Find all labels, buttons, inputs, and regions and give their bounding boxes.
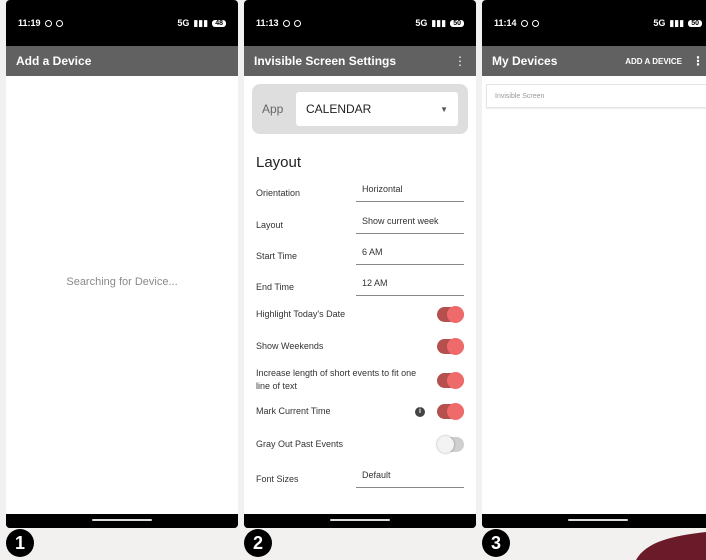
clock: 11:14 <box>494 18 517 28</box>
highlight-today-toggle[interactable] <box>437 306 464 323</box>
setting-row-start-time: Start Time 6 AM <box>256 247 464 265</box>
app-bar: Invisible Screen Settings ⋮ <box>244 46 476 76</box>
gesture-bar[interactable] <box>482 514 706 528</box>
app-dropdown-value: CALENDAR <box>306 102 372 116</box>
notification-icon <box>531 19 539 27</box>
setting-label: Mark Current Time <box>256 406 331 416</box>
setting-row-mark-current-time: Mark Current Time i <box>256 403 464 420</box>
setting-label: Start Time <box>256 250 298 261</box>
phone-screen-settings: 11:13 5G ▮▮▮ 50 Invisible Screen Setting… <box>244 0 476 528</box>
layout-field[interactable]: Show current week <box>356 216 464 234</box>
app-bar: Add a Device <box>6 46 238 76</box>
overflow-menu-icon[interactable]: ⋮ <box>454 55 466 67</box>
battery-icon: 50 <box>688 19 702 27</box>
setting-label: Layout <box>256 219 284 230</box>
signal-icon: ▮▮▮ <box>669 17 685 28</box>
page-title: Invisible Screen Settings <box>254 54 397 68</box>
setting-row-layout: Layout Show current week <box>256 216 464 234</box>
gray-out-past-toggle[interactable] <box>437 436 464 453</box>
setting-row-font-sizes: Font Sizes Default <box>256 470 464 488</box>
status-bar: 11:14 5G ▮▮▮ 50 <box>482 0 706 46</box>
phone-screen-my-devices: 11:14 5G ▮▮▮ 50 My Devices ADD A DEVICE … <box>482 0 706 528</box>
setting-row-orientation: Orientation Horizontal <box>256 184 464 202</box>
searching-status: Searching for Device... <box>66 276 178 288</box>
device-list-item[interactable]: Invisible Screen <box>486 84 706 108</box>
clock: 11:19 <box>18 18 41 28</box>
setting-row-highlight-today: Highlight Today's Date <box>256 306 464 323</box>
mark-current-time-toggle[interactable] <box>437 403 464 420</box>
notification-icon <box>293 19 301 27</box>
setting-row-increase-length: Increase length of short events to fit o… <box>256 367 464 393</box>
setting-row-gray-out-past: Gray Out Past Events <box>256 436 464 453</box>
decorative-shape <box>636 532 706 560</box>
setting-row-show-weekends: Show Weekends <box>256 338 464 355</box>
devices-content: Invisible Screen <box>482 76 706 514</box>
notification-icon <box>520 19 528 27</box>
step-badge: 2 <box>244 529 272 557</box>
page-title: Add a Device <box>16 54 92 68</box>
network-label: 5G <box>415 18 428 28</box>
orientation-field[interactable]: Horizontal <box>356 184 464 202</box>
content-area: Searching for Device... <box>6 76 238 514</box>
battery-icon: 48 <box>212 19 226 27</box>
notification-icon <box>282 19 290 27</box>
network-label: 5G <box>653 18 666 28</box>
step-badge: 1 <box>6 529 34 557</box>
notification-icon <box>55 19 63 27</box>
status-bar: 11:13 5G ▮▮▮ 50 <box>244 0 476 46</box>
start-time-field[interactable]: 6 AM <box>356 247 464 265</box>
setting-label: Gray Out Past Events <box>256 439 344 449</box>
setting-row-end-time: End Time 12 AM <box>256 278 464 296</box>
overflow-menu-icon[interactable]: ⋮ <box>692 55 704 67</box>
signal-icon: ▮▮▮ <box>193 17 209 28</box>
gesture-bar[interactable] <box>244 514 476 528</box>
status-bar: 11:19 5G ▮▮▮ 48 <box>6 0 238 46</box>
setting-label: End Time <box>256 281 295 292</box>
end-time-field[interactable]: 12 AM <box>356 278 464 296</box>
section-title-layout: Layout <box>256 154 302 171</box>
show-weekends-toggle[interactable] <box>437 338 464 355</box>
setting-label: Increase length of short events to fit o… <box>256 368 417 391</box>
increase-length-toggle[interactable] <box>437 371 464 389</box>
add-device-button[interactable]: ADD A DEVICE <box>625 57 682 66</box>
notification-icon <box>44 19 52 27</box>
app-selector-card: App CALENDAR ▼ <box>252 84 468 134</box>
clock: 11:13 <box>256 18 279 28</box>
battery-icon: 50 <box>450 19 464 27</box>
setting-label: Font Sizes <box>256 473 299 484</box>
gesture-bar[interactable] <box>6 514 238 528</box>
dropdown-arrow-icon: ▼ <box>440 104 448 114</box>
network-label: 5G <box>177 18 190 28</box>
font-size-field[interactable]: Default <box>356 470 464 488</box>
setting-label: Highlight Today's Date <box>256 309 346 319</box>
signal-icon: ▮▮▮ <box>431 17 447 28</box>
app-bar: My Devices ADD A DEVICE ⋮ <box>482 46 706 76</box>
app-label: App <box>262 102 284 116</box>
step-badge: 3 <box>482 529 510 557</box>
info-icon[interactable]: i <box>415 406 425 417</box>
page-title: My Devices <box>492 54 558 68</box>
phone-screen-add-device: 11:19 5G ▮▮▮ 48 Add a Device Searching f… <box>6 0 238 528</box>
settings-content: App CALENDAR ▼ Layout Orientation Horizo… <box>244 76 476 514</box>
setting-label: Show Weekends <box>256 341 324 351</box>
setting-label: Orientation <box>256 187 301 198</box>
app-dropdown[interactable]: CALENDAR ▼ <box>296 92 458 126</box>
